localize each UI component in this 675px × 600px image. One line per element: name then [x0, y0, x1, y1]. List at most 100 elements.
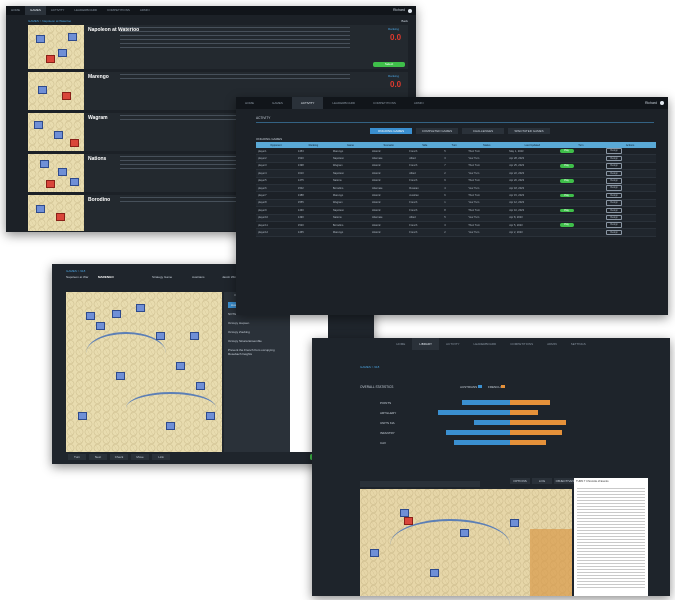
resign-button[interactable]: Resign: [606, 163, 623, 169]
resign-button[interactable]: Resign: [606, 222, 623, 228]
tab-competitions[interactable]: COMPETITIONS: [503, 338, 540, 350]
game-label: Napoleon at War: [66, 275, 89, 279]
filter-completed[interactable]: COMPLETED GAMES: [416, 128, 458, 134]
table-row[interactable]: player11 1520 Borodino Historic French 3 Their…: [256, 221, 656, 230]
turn-button[interactable]: Turn: [68, 454, 86, 460]
play-button[interactable]: Play: [559, 223, 574, 227]
breadcrumb[interactable]: GAMES > Napoleon at Waterloo: [28, 19, 71, 23]
table-cell: Historic: [370, 169, 408, 178]
activity-window: HOME GAMES ACTIVITY LEADERBOARD COMPETIT…: [236, 97, 668, 315]
breadcrumb[interactable]: GAMES > 918: [360, 365, 379, 369]
list-item: Occupy Zoubing: [228, 330, 250, 334]
play-button[interactable]: Play: [559, 179, 574, 183]
table-title: ONGOING GAMES: [256, 137, 283, 141]
resign-button[interactable]: Resign: [606, 207, 623, 214]
select-game-button[interactable]: Select: [373, 62, 405, 67]
table-row[interactable]: player3 1398 Wagram Historic French 7 Their Tu…: [256, 162, 656, 171]
table-cell: 1502: [295, 184, 331, 193]
user-menu[interactable]: Richard: [645, 97, 664, 109]
resign-button[interactable]: Resign: [606, 214, 623, 221]
table-cell: Napoleon: [330, 206, 371, 215]
table-cell: Historic: [370, 177, 408, 185]
category-label: POINTS: [380, 401, 391, 405]
back-link[interactable]: Back: [401, 19, 408, 23]
table-cell: Apr 15, 2023: [507, 191, 558, 200]
play-button[interactable]: Play: [559, 193, 574, 198]
tab-competitions[interactable]: COMPETITIONS: [102, 6, 135, 15]
tab-competitions[interactable]: COMPETITIONS: [364, 97, 405, 109]
table-row[interactable]: player7 1388 Marengo Historic Austrian 6 Their…: [256, 191, 656, 200]
game-map[interactable]: [360, 489, 572, 596]
table-row[interactable]: player5 1475 Nations Historic French 9 Their T…: [256, 177, 656, 185]
game-thumbnail: [28, 154, 84, 192]
table-row[interactable]: player8 1555 Wagram Historic French 1 Your Tur…: [256, 199, 656, 208]
resign-button[interactable]: Resign: [606, 170, 623, 177]
next-button[interactable]: Next: [89, 454, 107, 460]
tab-admin[interactable]: ADMIN: [135, 6, 155, 15]
tab-games[interactable]: GAMES: [263, 97, 292, 109]
resign-button[interactable]: Resign: [606, 185, 623, 191]
tab-leaderboard[interactable]: LEADERBOARD: [467, 338, 504, 350]
avatar-icon: [408, 8, 412, 13]
chronicle-text: [577, 488, 645, 588]
table-cell: player6: [256, 184, 296, 193]
table-cell: Your Turn: [466, 169, 508, 178]
table-row[interactable]: player4 1610 Napoleon Historic Allied 2 Your T…: [256, 169, 656, 178]
filter-spectated[interactable]: SPECTATED GAMES: [508, 128, 550, 134]
tab-admin[interactable]: ADMIN: [540, 338, 564, 350]
filter-challenges[interactable]: CHALLENGES: [462, 128, 504, 134]
table-cell: 1388: [295, 191, 331, 200]
table-cell: Apr 18, 2023: [507, 184, 558, 193]
tab-settings[interactable]: SETTINGS: [564, 338, 593, 350]
tab-library[interactable]: LIBRARY: [412, 338, 440, 350]
tab-leaderboard[interactable]: LEADERBOARD: [323, 97, 364, 109]
resign-button[interactable]: Resign: [606, 192, 623, 199]
filter-ongoing[interactable]: ONGOING GAMES: [370, 128, 412, 134]
move-button[interactable]: Move: [131, 454, 149, 460]
table-cell: player4: [256, 169, 296, 178]
tab-games[interactable]: GAMES: [25, 6, 46, 15]
table-cell: 1398: [295, 162, 331, 171]
breadcrumb[interactable]: GAMES > 918: [66, 269, 85, 273]
table-cell: Apr 5, 2023: [507, 221, 558, 230]
resign-button[interactable]: Resign: [606, 178, 623, 184]
table-row[interactable]: player9 1430 Napoleon Historic French 8 Their …: [256, 206, 656, 215]
link-button[interactable]: Link: [152, 454, 170, 460]
tab-home[interactable]: HOME: [236, 97, 263, 109]
game-map[interactable]: [66, 292, 222, 452]
tab-leaderboard[interactable]: LEADERBOARD: [69, 6, 102, 15]
forest-area: [530, 529, 572, 596]
resign-button[interactable]: Resign: [606, 229, 623, 236]
play-button[interactable]: Play: [559, 149, 574, 153]
category-label: INFANTRY: [380, 431, 395, 435]
resign-button[interactable]: Resign: [606, 148, 623, 154]
bar-french: [510, 410, 538, 415]
user-menu[interactable]: Richard: [393, 6, 412, 15]
bar-austrians: [446, 430, 510, 435]
check-button[interactable]: Check: [110, 454, 128, 460]
tab-activity[interactable]: ACTIVITY: [439, 338, 467, 350]
table-cell: Their Turn: [466, 148, 508, 156]
table-row[interactable]: player1 1453 Marengo Historic French 5 Their T…: [256, 148, 656, 156]
resign-button[interactable]: Resign: [606, 155, 623, 162]
play-button[interactable]: Play: [559, 208, 574, 213]
tab-objectives[interactable]: OBJECTIVES: [554, 478, 576, 484]
resign-button[interactable]: Resign: [606, 200, 623, 206]
tab-home[interactable]: HOME: [389, 338, 412, 350]
tab-activity[interactable]: ACTIVITY: [291, 97, 324, 109]
tab-log[interactable]: LOG: [532, 478, 552, 484]
user-name: Richard: [644, 101, 657, 105]
ranking-value: 0.0: [390, 33, 402, 42]
play-button[interactable]: Play: [559, 164, 574, 168]
table-row[interactable]: player12 1465 Marengo Historic French 2 Your T…: [256, 228, 656, 237]
table-row[interactable]: player2 1520 Napoleon Alternate Allied 3 Your …: [256, 154, 656, 163]
tab-home[interactable]: HOME: [6, 6, 25, 15]
table-row[interactable]: player10 1490 Nations Alternate Allied 5 Your …: [256, 214, 656, 222]
tab-admin[interactable]: ADMIN: [405, 97, 433, 109]
table-cell: Apr 20, 2023: [507, 177, 558, 185]
tab-options[interactable]: OPTIONS: [510, 478, 530, 484]
table-row[interactable]: player6 1502 Borodino Alternate Russian 4 Your…: [256, 184, 656, 193]
objectives-list: NOTE: 75% chance on the French Occupy Ha…: [228, 312, 288, 356]
table-cell: Wagram: [330, 199, 371, 208]
tab-activity[interactable]: ACTIVITY: [46, 6, 70, 15]
